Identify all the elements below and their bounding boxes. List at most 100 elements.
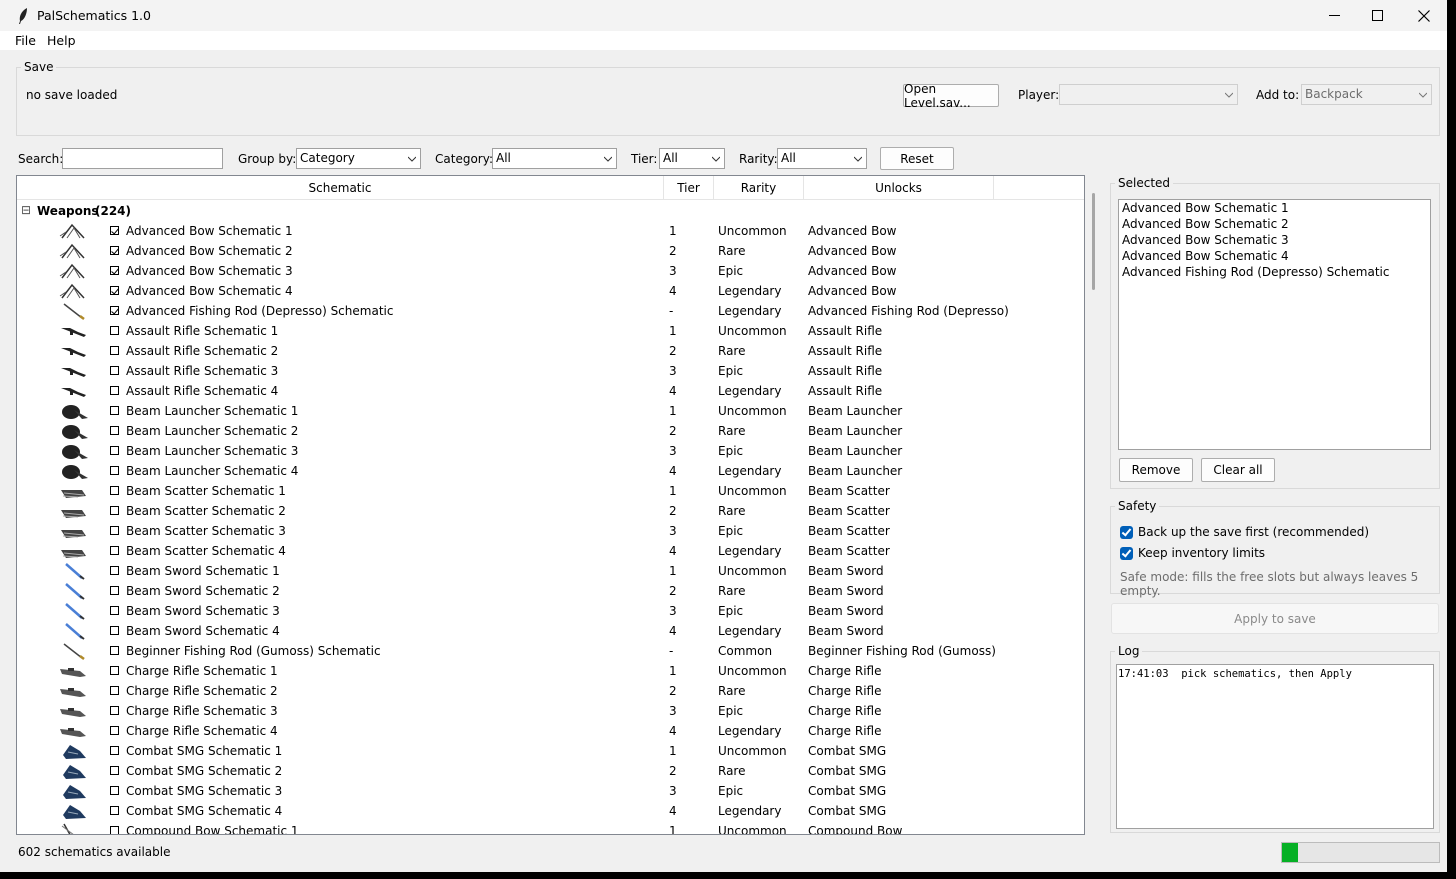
limits-checkbox[interactable]: [1120, 547, 1133, 560]
table-row[interactable]: Beam Launcher Schematic 2 2 Rare Beam Launc…: [17, 421, 1084, 441]
row-checkbox[interactable]: [110, 786, 119, 795]
table-row[interactable]: Beam Sword Schematic 2 2 Rare Beam Sword: [17, 581, 1084, 601]
backup-label[interactable]: Back up the save first (recommended): [1138, 525, 1369, 539]
row-checkbox[interactable]: [110, 386, 119, 395]
minimize-button[interactable]: [1311, 0, 1357, 31]
menu-help[interactable]: Help: [47, 33, 76, 48]
clear-all-button[interactable]: Clear all: [1201, 458, 1275, 482]
row-checkbox[interactable]: [110, 746, 119, 755]
table-row[interactable]: Beam Scatter Schematic 4 4 Legendary Beam S…: [17, 541, 1084, 561]
player-combobox[interactable]: [1059, 84, 1238, 105]
table-row[interactable]: Advanced Bow Schematic 3 3 Epic Advanced Bo…: [17, 261, 1084, 281]
table-row[interactable]: Advanced Fishing Rod (Depresso) Schemati…: [17, 301, 1084, 321]
search-input[interactable]: [62, 148, 223, 169]
column-header-rarity[interactable]: Rarity: [714, 176, 804, 200]
table-row[interactable]: Combat SMG Schematic 4 4 Legendary Combat S…: [17, 801, 1084, 821]
table-row[interactable]: Assault Rifle Schematic 1 1 Uncommon Assaul…: [17, 321, 1084, 341]
maximize-button[interactable]: [1354, 0, 1400, 31]
row-checkbox[interactable]: [110, 246, 119, 255]
row-checkbox[interactable]: [110, 726, 119, 735]
backup-checkbox[interactable]: [1120, 526, 1133, 539]
table-row[interactable]: Beginner Fishing Rod (Gumoss) Schematic -…: [17, 641, 1084, 661]
row-checkbox[interactable]: [110, 286, 119, 295]
log-text[interactable]: 17:41:03 pick schematics, then Apply: [1116, 664, 1434, 829]
schematic-tree[interactable]: Schematic Tier Rarity Unlocks ⊟ Weapons …: [16, 175, 1085, 835]
table-row[interactable]: Beam Sword Schematic 1 1 Uncommon Beam Swor…: [17, 561, 1084, 581]
selected-item[interactable]: Advanced Bow Schematic 3: [1122, 233, 1289, 247]
column-header-unlocks[interactable]: Unlocks: [804, 176, 994, 200]
reset-button[interactable]: Reset: [880, 147, 954, 170]
table-row[interactable]: Charge Rifle Schematic 3 3 Epic Charge Rifl…: [17, 701, 1084, 721]
row-checkbox[interactable]: [110, 466, 119, 475]
row-checkbox[interactable]: [110, 586, 119, 595]
table-row[interactable]: Beam Launcher Schematic 1 1 Uncommon Beam L…: [17, 401, 1084, 421]
selected-item[interactable]: Advanced Bow Schematic 4: [1122, 249, 1289, 263]
table-row[interactable]: Beam Scatter Schematic 2 2 Rare Beam Scatte…: [17, 501, 1084, 521]
row-checkbox[interactable]: [110, 706, 119, 715]
table-row[interactable]: Combat SMG Schematic 2 2 Rare Combat SMG: [17, 761, 1084, 781]
row-checkbox[interactable]: [110, 806, 119, 815]
row-checkbox[interactable]: [110, 666, 119, 675]
row-checkbox[interactable]: [110, 266, 119, 275]
table-row[interactable]: Beam Sword Schematic 4 4 Legendary Beam Swo…: [17, 621, 1084, 641]
table-row[interactable]: Combat SMG Schematic 3 3 Epic Combat SMG: [17, 781, 1084, 801]
row-checkbox[interactable]: [110, 566, 119, 575]
row-checkbox[interactable]: [110, 766, 119, 775]
row-checkbox[interactable]: [110, 526, 119, 535]
limits-label[interactable]: Keep inventory limits: [1138, 546, 1265, 560]
row-checkbox[interactable]: [110, 546, 119, 555]
menu-file[interactable]: File: [15, 33, 36, 48]
table-row[interactable]: Assault Rifle Schematic 3 3 Epic Assault Ri…: [17, 361, 1084, 381]
scatter-gun-icon: [61, 530, 86, 538]
table-row[interactable]: Beam Launcher Schematic 4 4 Legendary Beam …: [17, 461, 1084, 481]
column-header-tier[interactable]: Tier: [664, 176, 714, 200]
row-checkbox[interactable]: [110, 346, 119, 355]
selected-item[interactable]: Advanced Bow Schematic 2: [1122, 217, 1289, 231]
group-row-weapons[interactable]: ⊟ Weapons (224): [17, 201, 1084, 221]
table-row[interactable]: Charge Rifle Schematic 4 4 Legendary Charge…: [17, 721, 1084, 741]
table-row[interactable]: Compound Bow Schematic 1 1 Uncommon Compoun…: [17, 821, 1084, 834]
apply-button[interactable]: Apply to save: [1111, 603, 1439, 634]
category-combobox[interactable]: All: [492, 148, 617, 169]
row-checkbox[interactable]: [110, 226, 119, 235]
row-checkbox[interactable]: [110, 366, 119, 375]
row-checkbox[interactable]: [110, 626, 119, 635]
row-checkbox[interactable]: [110, 306, 119, 315]
table-row[interactable]: Beam Scatter Schematic 3 3 Epic Beam Scatte…: [17, 521, 1084, 541]
row-checkbox[interactable]: [110, 326, 119, 335]
row-checkbox[interactable]: [110, 646, 119, 655]
row-checkbox[interactable]: [110, 686, 119, 695]
selected-item[interactable]: Advanced Fishing Rod (Depresso) Schemati…: [1122, 265, 1389, 279]
open-save-button[interactable]: Open Level.sav...: [903, 82, 999, 110]
close-button[interactable]: [1401, 0, 1447, 31]
remove-button[interactable]: Remove: [1119, 458, 1193, 482]
column-header-schematic[interactable]: Schematic: [17, 176, 664, 200]
row-checkbox[interactable]: [110, 406, 119, 415]
selected-item[interactable]: Advanced Bow Schematic 1: [1122, 201, 1289, 215]
collapse-icon[interactable]: ⊟: [21, 203, 31, 217]
add-to-combobox[interactable]: Backpack: [1301, 84, 1432, 105]
table-row[interactable]: Beam Scatter Schematic 1 1 Uncommon Beam Sc…: [17, 481, 1084, 501]
row-checkbox[interactable]: [110, 826, 119, 834]
tree-scrollbar-thumb[interactable]: [1092, 193, 1095, 290]
group-by-combobox[interactable]: Category: [296, 148, 421, 169]
row-checkbox[interactable]: [110, 606, 119, 615]
table-row[interactable]: Assault Rifle Schematic 2 2 Rare Assault Ri…: [17, 341, 1084, 361]
table-row[interactable]: Beam Launcher Schematic 3 3 Epic Beam Launc…: [17, 441, 1084, 461]
row-checkbox[interactable]: [110, 426, 119, 435]
tier-combobox[interactable]: All: [659, 148, 725, 169]
selected-listbox[interactable]: Advanced Bow Schematic 1 Advanced Bow Sch…: [1118, 199, 1431, 450]
rarity-combobox[interactable]: All: [777, 148, 867, 169]
table-row[interactable]: Advanced Bow Schematic 2 2 Rare Advanced Bo…: [17, 241, 1084, 261]
table-row[interactable]: Beam Sword Schematic 3 3 Epic Beam Sword: [17, 601, 1084, 621]
schematic-tier: 1: [669, 484, 677, 498]
table-row[interactable]: Charge Rifle Schematic 1 1 Uncommon Charge …: [17, 661, 1084, 681]
row-checkbox[interactable]: [110, 446, 119, 455]
row-checkbox[interactable]: [110, 506, 119, 515]
table-row[interactable]: Advanced Bow Schematic 1 1 Uncommon Advance…: [17, 221, 1084, 241]
table-row[interactable]: Advanced Bow Schematic 4 4 Legendary Advanc…: [17, 281, 1084, 301]
table-row[interactable]: Assault Rifle Schematic 4 4 Legendary Assau…: [17, 381, 1084, 401]
table-row[interactable]: Combat SMG Schematic 1 1 Uncommon Combat SM…: [17, 741, 1084, 761]
row-checkbox[interactable]: [110, 486, 119, 495]
table-row[interactable]: Charge Rifle Schematic 2 2 Rare Charge Rifl…: [17, 681, 1084, 701]
